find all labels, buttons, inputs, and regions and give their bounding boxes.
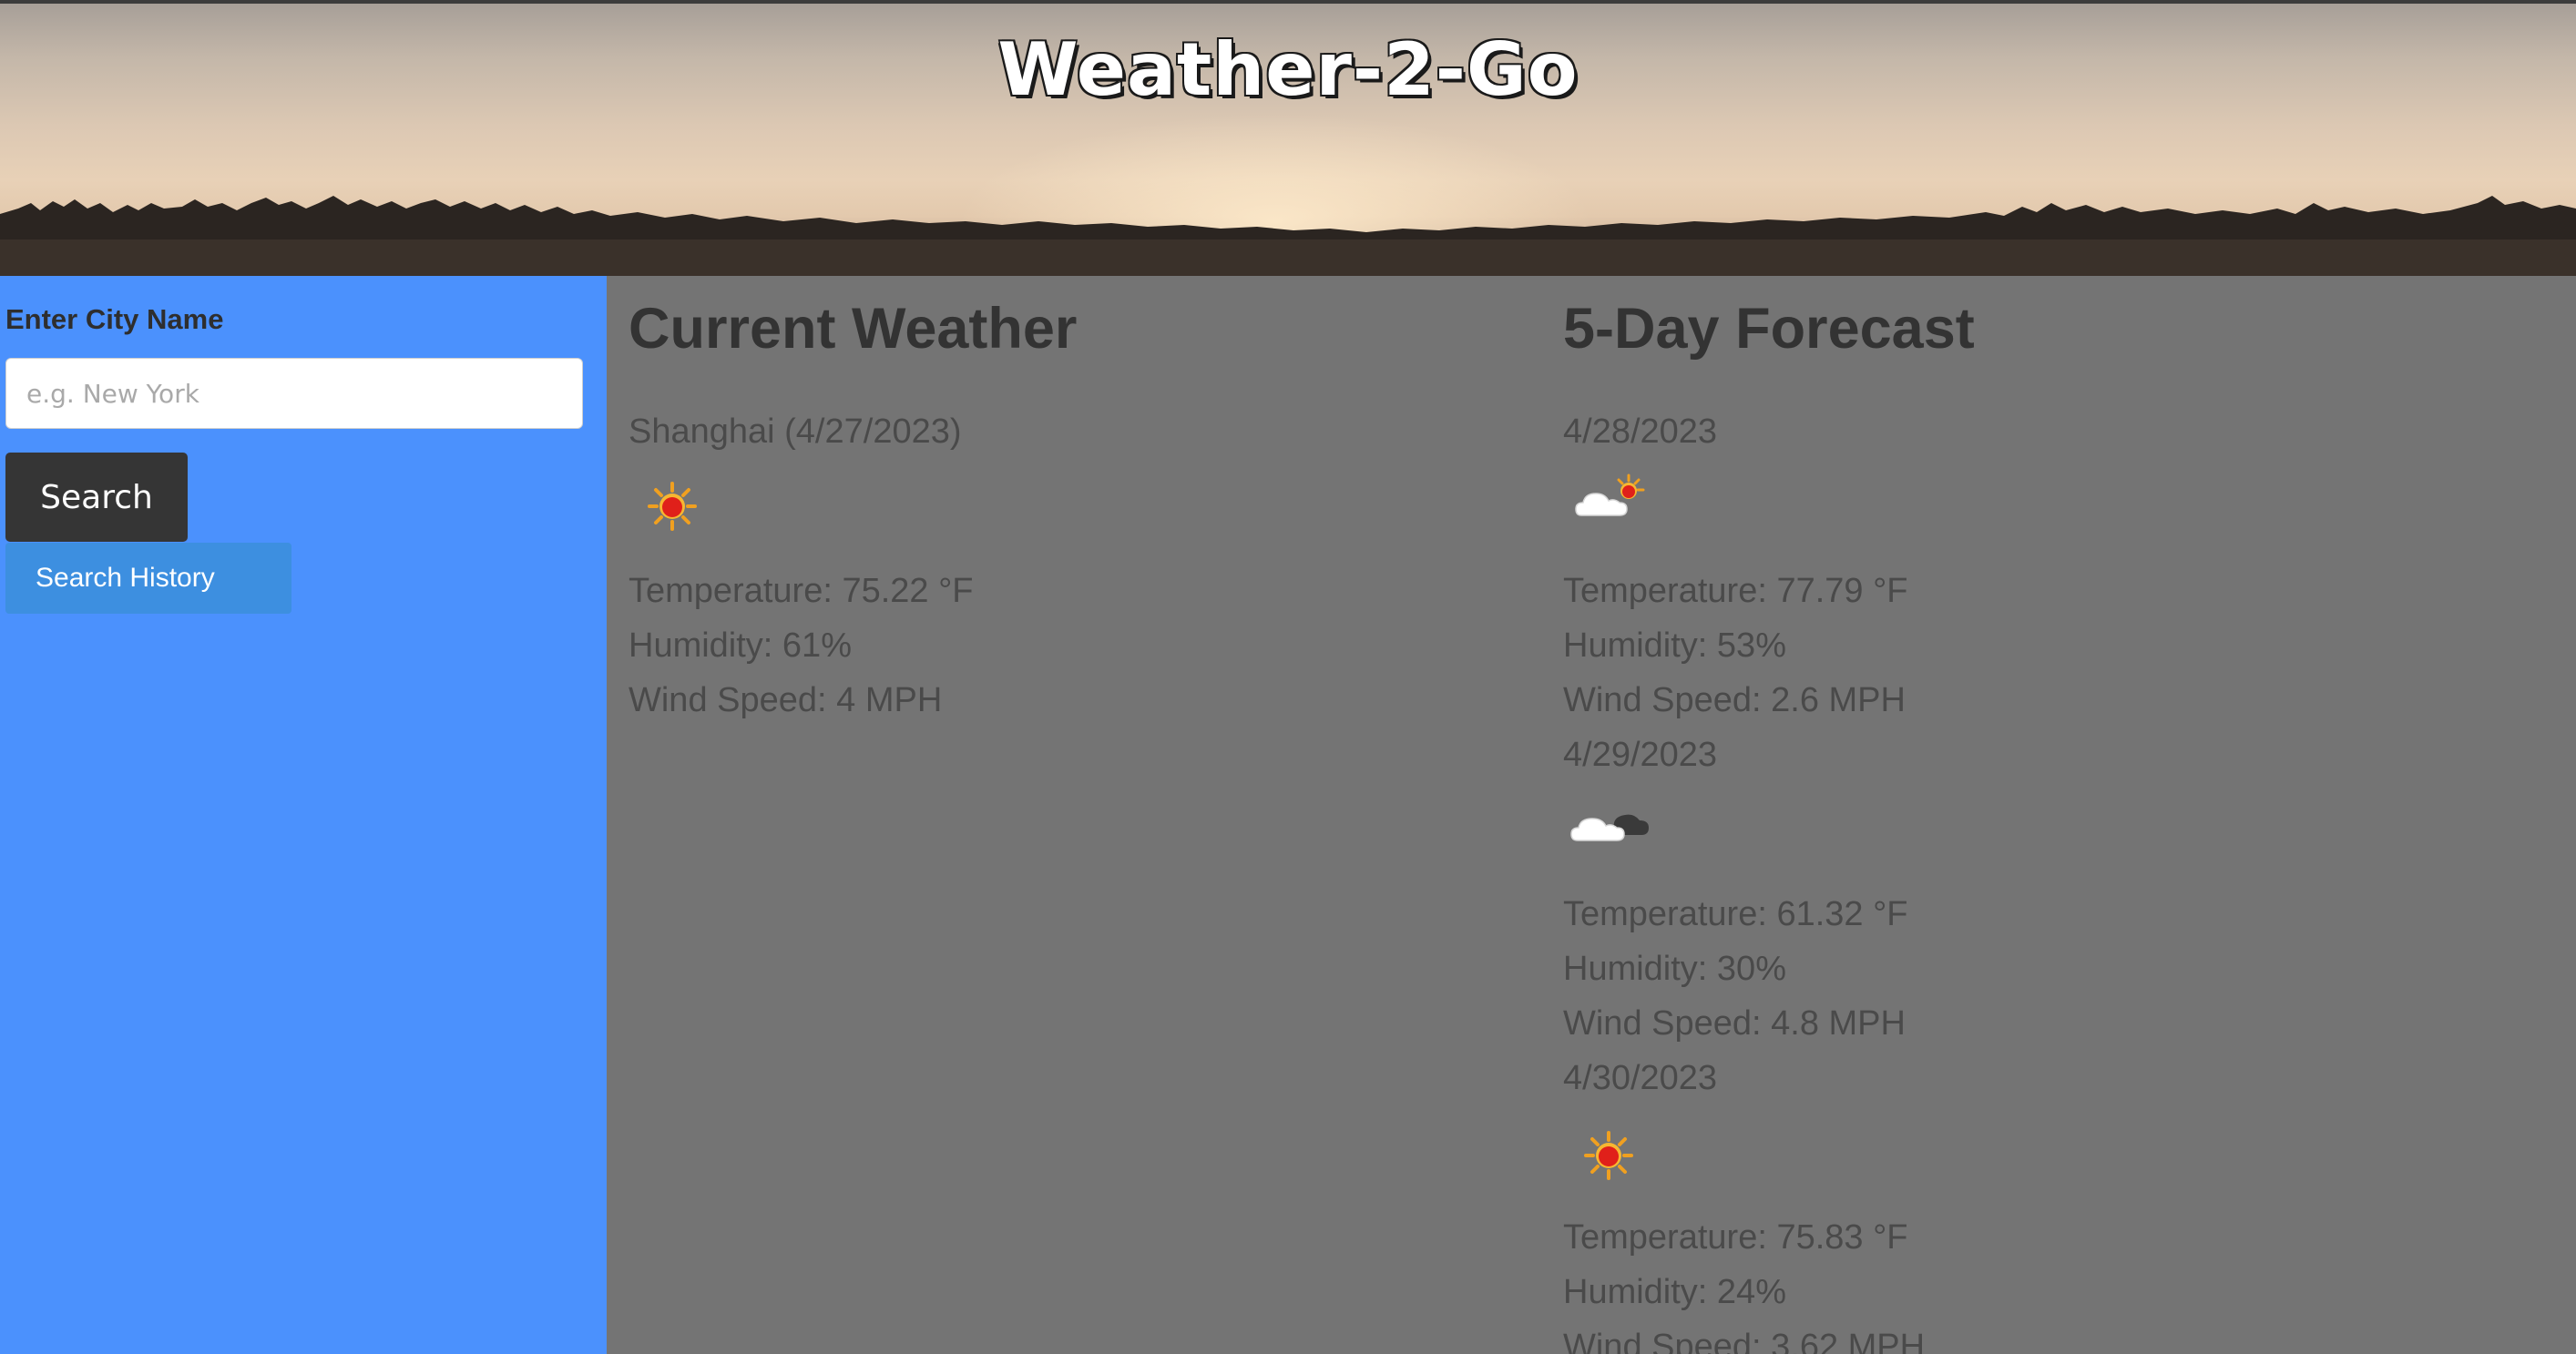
forecast-wind-speed: Wind Speed: 4.8 MPH bbox=[1563, 1004, 1906, 1043]
forecast-humidity: Humidity: 30% bbox=[1563, 950, 1786, 988]
forecast-temperature: Temperature: 75.83 °F bbox=[1563, 1218, 1908, 1257]
current-humidity: Humidity: 61% bbox=[629, 626, 852, 665]
forecast-date: 4/29/2023 bbox=[1563, 736, 1718, 774]
sun-icon bbox=[1584, 1131, 1633, 1180]
header-banner: Weather-2-Go bbox=[0, 0, 2576, 276]
forecast-humidity: Humidity: 53% bbox=[1563, 626, 1786, 665]
page: Weather-2-Go Enter City Name Search Sear… bbox=[0, 0, 2576, 1354]
forecast-heading: 5-Day Forecast bbox=[1563, 297, 1975, 361]
city-search-input[interactable] bbox=[5, 358, 583, 429]
partly-cloudy-sun-icon bbox=[1575, 473, 1645, 516]
current-wind-speed: Wind Speed: 4 MPH bbox=[629, 681, 943, 719]
sun-icon bbox=[648, 482, 697, 531]
forecast-temperature: Temperature: 61.32 °F bbox=[1563, 895, 1908, 933]
current-city-date: Shanghai (4/27/2023) bbox=[629, 412, 962, 451]
search-button[interactable]: Search bbox=[5, 453, 188, 542]
sidebar: Enter City Name Search Search History bbox=[0, 276, 607, 1354]
forecast-date: 4/28/2023 bbox=[1563, 412, 1718, 451]
current-weather-heading: Current Weather bbox=[629, 297, 1078, 361]
forecast-date: 4/30/2023 bbox=[1563, 1059, 1718, 1097]
search-history-button[interactable]: Search History bbox=[5, 543, 291, 614]
cloudy-icon bbox=[1570, 814, 1649, 841]
treeline-silhouette bbox=[0, 196, 2576, 276]
forecast-humidity: Humidity: 24% bbox=[1563, 1273, 1786, 1311]
forecast-temperature: Temperature: 77.79 °F bbox=[1563, 572, 1908, 610]
app-title: Weather-2-Go bbox=[997, 27, 1579, 112]
main-content: Current Weather Shanghai (4/27/2023) Tem… bbox=[607, 276, 2576, 1354]
forecast-wind-speed: Wind Speed: 3.62 MPH bbox=[1563, 1328, 1926, 1354]
city-name-label: Enter City Name bbox=[5, 303, 224, 335]
current-temperature: Temperature: 75.22 °F bbox=[629, 572, 974, 610]
forecast-wind-speed: Wind Speed: 2.6 MPH bbox=[1563, 681, 1906, 719]
